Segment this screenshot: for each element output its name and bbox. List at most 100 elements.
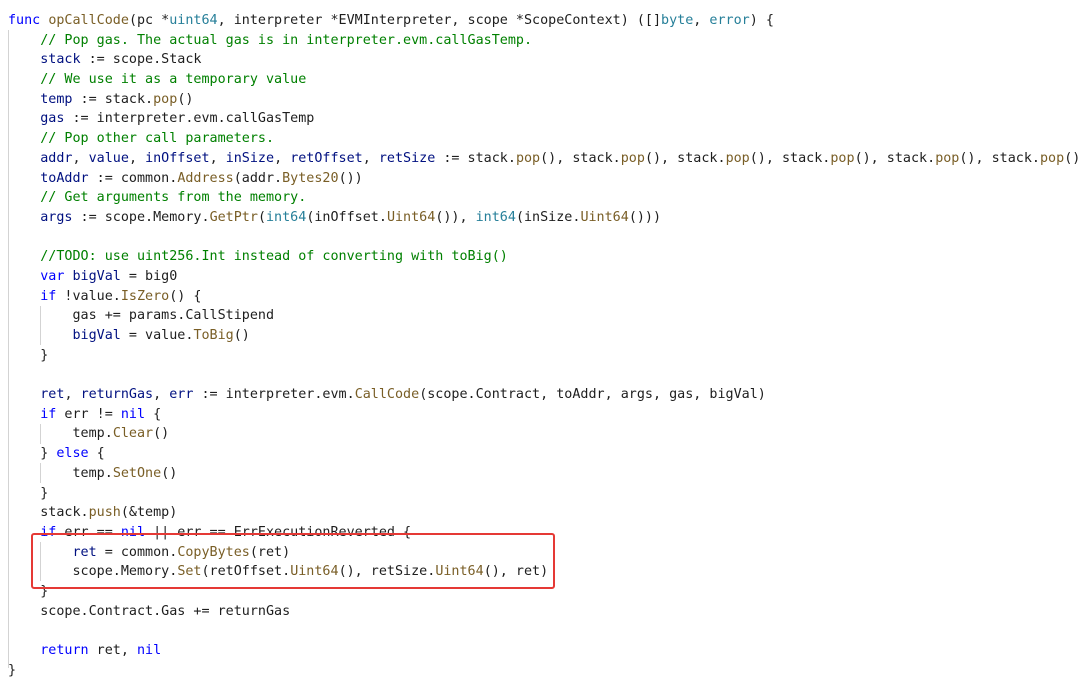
variable-token: inOffset: [145, 150, 210, 166]
comment-token: // Pop gas. The actual gas is in interpr…: [40, 32, 533, 48]
variable-token: returnGas: [80, 387, 154, 403]
code-editor[interactable]: func opCallCode(pc *uint64, interpreter …: [0, 0, 1080, 692]
variable-token: stack: [40, 52, 81, 68]
code-token: ,: [64, 387, 81, 403]
code-line[interactable]: func opCallCode(pc *uint64, interpreter …: [8, 11, 1080, 31]
code-line[interactable]: toAddr := common.Address(addr.Bytes20()): [8, 169, 1080, 189]
code-token: (: [257, 209, 266, 225]
function-token: pop: [620, 150, 645, 166]
code-line[interactable]: temp := stack.pop(): [8, 90, 1080, 110]
code-block[interactable]: func opCallCode(pc *uint64, interpreter …: [8, 11, 1080, 680]
code-token: temp.: [8, 465, 113, 481]
code-token: ,: [274, 150, 291, 166]
code-line[interactable]: [8, 365, 1080, 385]
variable-token: gas: [40, 111, 65, 127]
function-token: Set: [177, 564, 202, 580]
type-token: int64: [475, 209, 516, 225]
function-token: pop: [830, 150, 855, 166]
code-line[interactable]: if err == nil || err == ErrExecutionReve…: [8, 523, 1080, 543]
code-line[interactable]: scope.Contract.Gas += returnGas: [8, 602, 1080, 622]
code-token: ())): [628, 209, 662, 225]
code-token: (): [153, 426, 170, 442]
function-token: pop: [935, 150, 960, 166]
code-token: || err == ErrExecutionReverted {: [145, 524, 412, 540]
type-token: byte: [661, 13, 694, 28]
code-line[interactable]: return ret, nil: [8, 641, 1080, 661]
function-token: Uint64: [580, 209, 629, 225]
code-line[interactable]: bigVal = value.ToBig(): [8, 326, 1080, 346]
code-line[interactable]: var bigVal = big0: [8, 267, 1080, 287]
code-line[interactable]: temp.Clear(): [8, 424, 1080, 444]
code-line[interactable]: if err != nil {: [8, 405, 1080, 425]
code-line[interactable]: gas += params.CallStipend: [8, 306, 1080, 326]
function-token: ToBig: [193, 328, 234, 343]
keyword-token: if: [40, 524, 57, 540]
code-line[interactable]: }: [8, 661, 1080, 681]
code-token: scope.Contract.Gas += returnGas: [8, 603, 291, 619]
code-line[interactable]: args := scope.Memory.GetPtr(int64(inOffs…: [8, 208, 1080, 228]
keyword-token: if: [40, 406, 57, 422]
code-line[interactable]: [8, 228, 1080, 248]
code-line[interactable]: }: [8, 484, 1080, 504]
code-line[interactable]: // We use it as a temporary value: [8, 70, 1080, 90]
code-token: ) {: [749, 13, 774, 28]
code-token: }: [8, 583, 49, 599]
function-token: pop: [515, 150, 541, 166]
comment-token: // We use it as a temporary value: [40, 72, 307, 88]
keyword-token: nil: [120, 406, 146, 422]
variable-token: ret: [40, 387, 65, 403]
code-line[interactable]: addr, value, inOffset, inSize, retOffset…: [8, 149, 1080, 169]
variable-token: args: [40, 209, 73, 225]
code-token: ()): [338, 170, 363, 186]
code-line[interactable]: scope.Memory.Set(retOffset.Uint64(), ret…: [8, 562, 1080, 582]
code-token: (): [177, 91, 194, 107]
code-line[interactable]: ret = common.CopyBytes(ret): [8, 543, 1080, 563]
code-line[interactable]: // Pop gas. The actual gas is in interpr…: [8, 31, 1080, 51]
code-token: := stack.: [435, 150, 516, 166]
variable-token: bigVal: [72, 268, 121, 284]
code-token: (), stack.: [749, 150, 831, 166]
type-token: uint64: [169, 13, 218, 28]
code-line[interactable]: stack.push(&temp): [8, 503, 1080, 523]
type-token: int64: [266, 209, 307, 225]
code-line[interactable]: stack := scope.Stack: [8, 50, 1080, 70]
variable-token: ret: [72, 544, 97, 560]
code-line[interactable]: // Pop other call parameters.: [8, 129, 1080, 149]
code-line[interactable]: ret, returnGas, err := interpreter.evm.C…: [8, 385, 1080, 405]
code-token: = value.: [120, 328, 194, 343]
code-line[interactable]: } else {: [8, 444, 1080, 464]
function-token: opCallCode: [48, 13, 129, 28]
code-line[interactable]: // Get arguments from the memory.: [8, 188, 1080, 208]
code-line[interactable]: }: [8, 582, 1080, 602]
code-token: = common.: [96, 544, 178, 560]
variable-token: bigVal: [72, 328, 121, 343]
code-token: := common.: [88, 170, 178, 186]
code-line[interactable]: if !value.IsZero() {: [8, 287, 1080, 307]
function-token: GetPtr: [209, 209, 258, 225]
keyword-token: else: [56, 446, 89, 462]
code-token: (), stack.: [959, 150, 1040, 166]
code-line[interactable]: temp.SetOne(): [8, 464, 1080, 484]
code-token: (), retSize.: [338, 564, 436, 580]
code-line[interactable]: //TODO: use uint256.Int instead of conve…: [8, 247, 1080, 267]
code-token: ,: [128, 150, 146, 166]
code-line[interactable]: [8, 621, 1080, 641]
code-line[interactable]: }: [8, 346, 1080, 366]
function-token: Bytes20: [282, 170, 339, 186]
code-token: !value.: [56, 288, 121, 304]
code-token: (), stack.: [644, 150, 726, 166]
keyword-token: nil: [137, 643, 162, 658]
variable-token: retOffset: [290, 150, 363, 166]
code-line[interactable]: gas := interpreter.evm.callGasTemp: [8, 109, 1080, 129]
